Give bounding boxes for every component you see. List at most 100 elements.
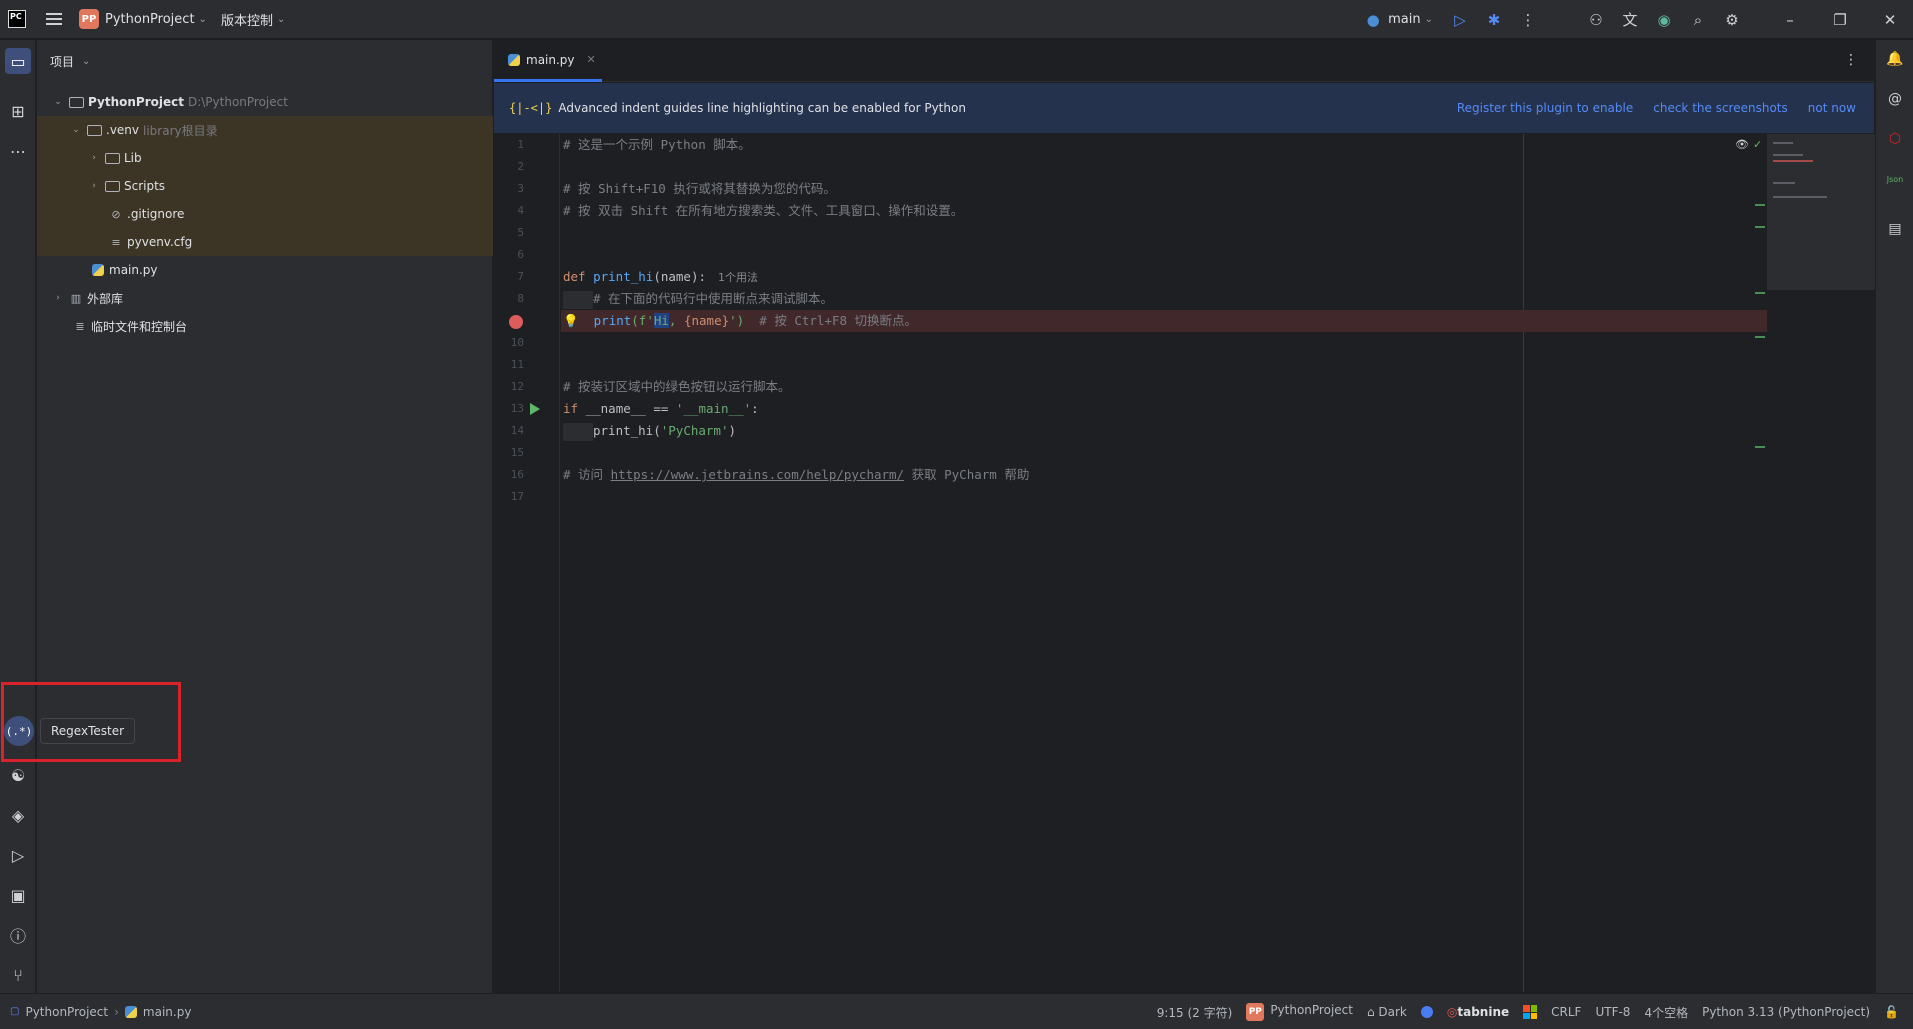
indent-marker [563,290,593,309]
tree-item-main-py[interactable]: main.py [37,256,493,284]
vcs-menu[interactable]: 版本控制 [221,10,273,29]
project-panel-header[interactable]: 项目 ⌄ [37,40,492,82]
line-number: 17 [510,490,524,503]
line-ending-selector[interactable]: CRLF [1551,1005,1581,1019]
code-comment: # 按 Ctrl+F8 切换断点。 [759,313,918,328]
more-options-icon[interactable]: ⋮ [1517,9,1539,31]
interpreter-selector[interactable]: Python 3.13 (PythonProject) [1702,1005,1870,1019]
translate-icon[interactable]: 文 [1619,9,1641,31]
close-tab-icon[interactable]: ✕ [587,53,596,66]
project-selector[interactable]: PythonProject [105,12,195,27]
indent-selector[interactable]: 4个空格 [1644,1004,1688,1021]
code-comment: 获取 PyCharm 帮助 [904,467,1030,482]
tree-item-scripts[interactable]: › Scripts [37,172,493,200]
scratches-icon: ≣ [75,319,85,333]
encoding-selector[interactable]: UTF-8 [1595,1005,1630,1019]
add-user-icon[interactable]: ⚇ [1585,9,1607,31]
settings-gear-icon[interactable]: ⚙ [1721,9,1743,31]
minimap-line [1773,182,1795,184]
run-config-selector[interactable]: main [1388,12,1420,27]
debug-icon[interactable]: ✱ [1483,9,1505,31]
tabnine-icon: ◎ [1446,1005,1458,1019]
plugin-red-icon[interactable]: ⬡ [1884,128,1906,150]
json-tool-icon[interactable]: Json [1884,168,1906,190]
minimap-line [1773,160,1813,162]
reader-mode-icon[interactable]: 👁 [1735,138,1749,151]
breadcrumb-project[interactable]: PythonProject [25,1005,108,1019]
ai-status-icon[interactable] [1420,1006,1433,1018]
code-string: '__main__' [675,401,752,416]
git-icon[interactable]: ⑂ [5,962,31,988]
ai-chat-icon[interactable]: @ [1884,88,1906,110]
read-only-lock-icon[interactable]: 🔓 [1884,1005,1899,1019]
tree-item-gitignore[interactable]: ⊘ .gitignore [37,200,493,228]
line-number: 3 [517,182,524,195]
tree-item-pyvenv-cfg[interactable]: ≡ pyvenv.cfg [37,228,493,256]
code-editor[interactable]: # 这是一个示例 Python 脚本。 # 按 Shift+F10 执行或将其替… [561,134,1767,992]
chevron-right-icon[interactable]: › [87,153,101,163]
regex-tester-icon[interactable]: (.*) [4,716,34,746]
tree-item-pythonproject[interactable]: ⌄ PythonProject D:\PythonProject [37,88,493,116]
main-menu-icon[interactable] [46,13,62,25]
tab-main-py[interactable]: main.py ✕ [494,40,602,82]
tree-item-scratches[interactable]: ≣ 临时文件和控制台 [37,312,493,340]
tabnine-status[interactable]: ◎tabnine [1447,1005,1509,1019]
right-margin-guide [1523,134,1524,992]
theme-switcher[interactable]: ⌂ Dark [1367,1005,1407,1019]
line-number: 7 [517,270,524,283]
notifications-bell-icon[interactable]: 🔔 [1884,48,1906,70]
restore-icon[interactable]: ❐ [1829,9,1851,31]
register-plugin-link[interactable]: Register this plugin to enable [1457,101,1633,115]
structure-icon[interactable]: ⊞ [5,98,31,124]
minimap-viewport[interactable] [1767,134,1875,290]
code-keyword: def [563,269,586,284]
code-minimap[interactable]: 👁 ✓ [1735,134,1875,992]
run-gutter-icon[interactable] [530,403,540,415]
code-line-13: if __name__ == '__main__': [563,398,759,420]
terminal-icon[interactable]: ▣ [5,882,31,908]
tree-item-extra: library根目录 [143,123,218,138]
search-icon[interactable]: ⌕ [1687,9,1709,31]
tree-item-lib[interactable]: › Lib [37,144,493,172]
editor-gutter[interactable]: 1 2 3 4 5 6 7 8 10 11 12 13 14 15 16 17 [494,134,560,992]
not-now-link[interactable]: not now [1808,101,1856,115]
caret-position[interactable]: 9:15 (2 字符) [1157,1004,1233,1021]
tabnine-label: tabnine [1457,1005,1510,1019]
tree-item-external-libraries[interactable]: › ▥ 外部库 [37,284,493,312]
breakpoint-icon[interactable] [509,315,523,329]
line-number: 11 [510,358,524,371]
close-icon[interactable]: ✕ [1879,9,1901,31]
chevron-down-icon[interactable]: ⌄ [51,97,65,107]
project-badge[interactable]: PP [79,9,99,29]
tree-item-venv[interactable]: ⌄ .venv library根目录 [37,116,493,144]
document-tool-icon[interactable]: ▤ [1884,218,1906,240]
ai-assistant-icon[interactable]: ◉ [1653,9,1675,31]
pycharm-logo-icon[interactable]: PC [8,10,26,28]
chevron-right-icon[interactable]: › [51,293,65,303]
theme-icon: ⌂ [1366,1005,1379,1019]
chevron-right-icon[interactable]: › [87,181,101,191]
run-icon[interactable]: ▷ [1449,9,1471,31]
help-url-link[interactable]: https://www.jetbrains.com/help/pycharm/ [611,467,905,482]
services-icon[interactable]: ▷ [5,842,31,868]
lightbulb-icon[interactable]: 💡 [563,313,579,328]
breadcrumb-file[interactable]: main.py [143,1005,192,1019]
python-packages-icon[interactable]: ◈ [5,802,31,828]
line-number: 5 [517,226,524,239]
windows-logo-icon[interactable] [1523,1005,1538,1019]
line-number: 15 [510,446,524,459]
more-options-icon[interactable]: ⋮ [1844,52,1858,68]
project-panel-title: 项目 [50,54,75,69]
chevron-down-icon[interactable]: ⌄ [69,125,83,135]
minimize-icon[interactable]: – [1779,9,1801,31]
project-status[interactable]: PP PythonProject [1246,1003,1353,1021]
check-screenshots-link[interactable]: check the screenshots [1653,101,1788,115]
more-tools-icon[interactable]: ⋯ [5,138,31,164]
project-folder-icon[interactable]: ▭ [5,48,31,74]
python-file-icon [92,264,104,276]
python-console-icon[interactable]: ☯ [5,762,31,788]
banner-text: Advanced indent guides line highlighting… [558,101,966,115]
usages-inlay-hint[interactable]: 1个用法 [718,271,758,284]
indent-guides-plugin-icon: {|-<|} [509,101,553,115]
problems-icon[interactable]: ⓘ [5,922,31,948]
